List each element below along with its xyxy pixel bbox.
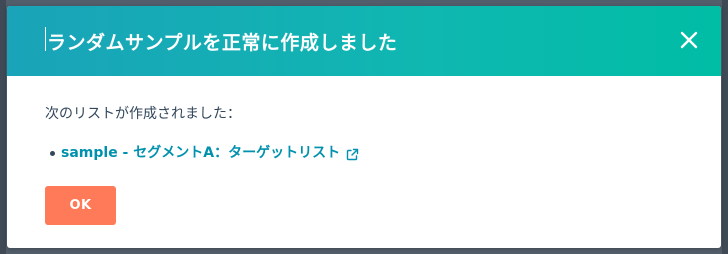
- dialog-message: 次のリストが作成されました：: [45, 106, 241, 122]
- created-list-link[interactable]: sample - セグメントA：ターゲットリスト: [61, 142, 340, 164]
- ok-button[interactable]: OK: [45, 186, 116, 225]
- dialog-body: 次のリストが作成されました： sample - セグメントA：ターゲットリスト: [7, 76, 721, 164]
- success-dialog: ランダムサンプルを正常に作成しました 次のリストが作成されました： sample…: [7, 6, 721, 248]
- dialog-title: ランダムサンプルを正常に作成しました: [47, 31, 398, 54]
- backdrop-edge-left: [0, 0, 6, 254]
- created-lists: sample - セグメントA：ターゲットリスト: [45, 142, 683, 164]
- dialog-header: ランダムサンプルを正常に作成しました: [7, 6, 721, 76]
- close-button[interactable]: [679, 30, 699, 50]
- list-item: sample - セグメントA：ターゲットリスト: [50, 142, 683, 164]
- backdrop-edge-right: [722, 0, 728, 254]
- external-link-icon[interactable]: [346, 146, 359, 160]
- close-icon: [680, 31, 698, 49]
- text-cursor: [45, 27, 46, 51]
